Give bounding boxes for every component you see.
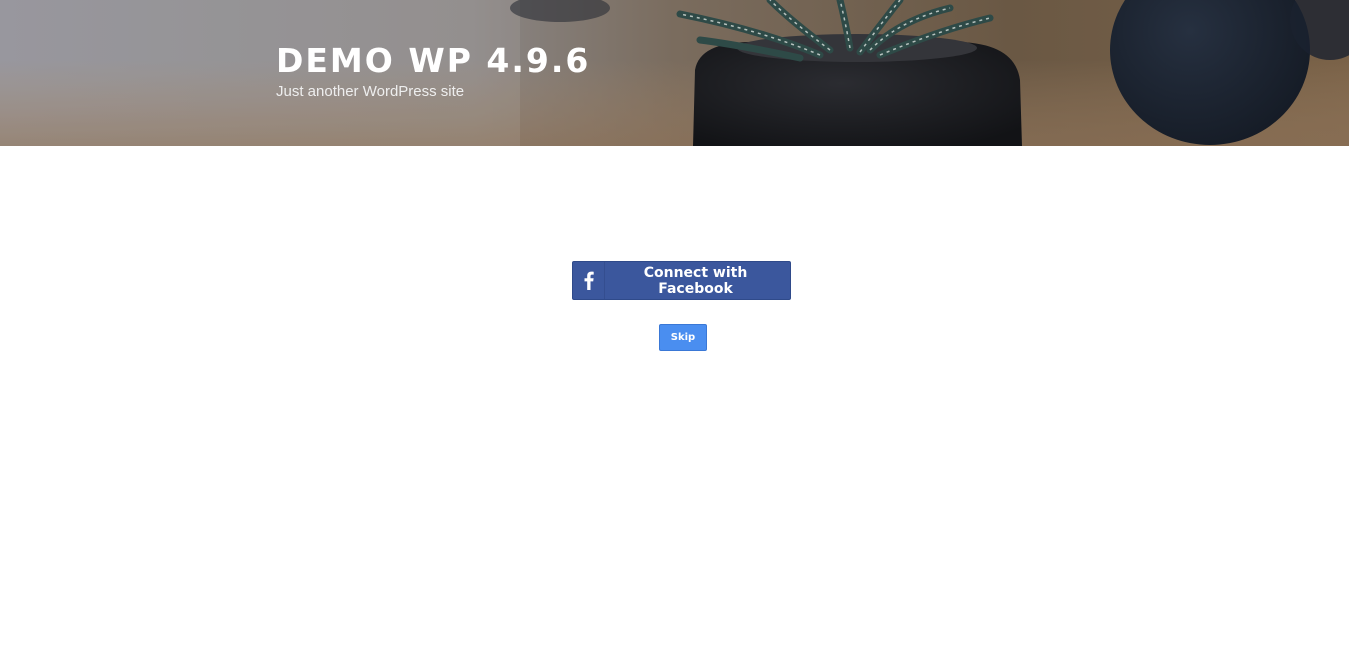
site-description: Just another WordPress site (276, 83, 465, 100)
site-header: DEMO WP 4.9.6 Just another WordPress sit… (0, 0, 1349, 146)
facebook-button-label: Connect with Facebook (643, 264, 748, 297)
header-image (0, 0, 1349, 146)
site-branding: DEMO WP 4.9.6 Just another WordPress sit… (276, 40, 590, 102)
skip-button[interactable]: Skip (659, 324, 707, 351)
facebook-f-icon (573, 262, 605, 299)
connect-with-facebook-button[interactable]: Connect with Facebook (572, 261, 791, 300)
site-title[interactable]: DEMO WP 4.9.6 (276, 40, 590, 82)
